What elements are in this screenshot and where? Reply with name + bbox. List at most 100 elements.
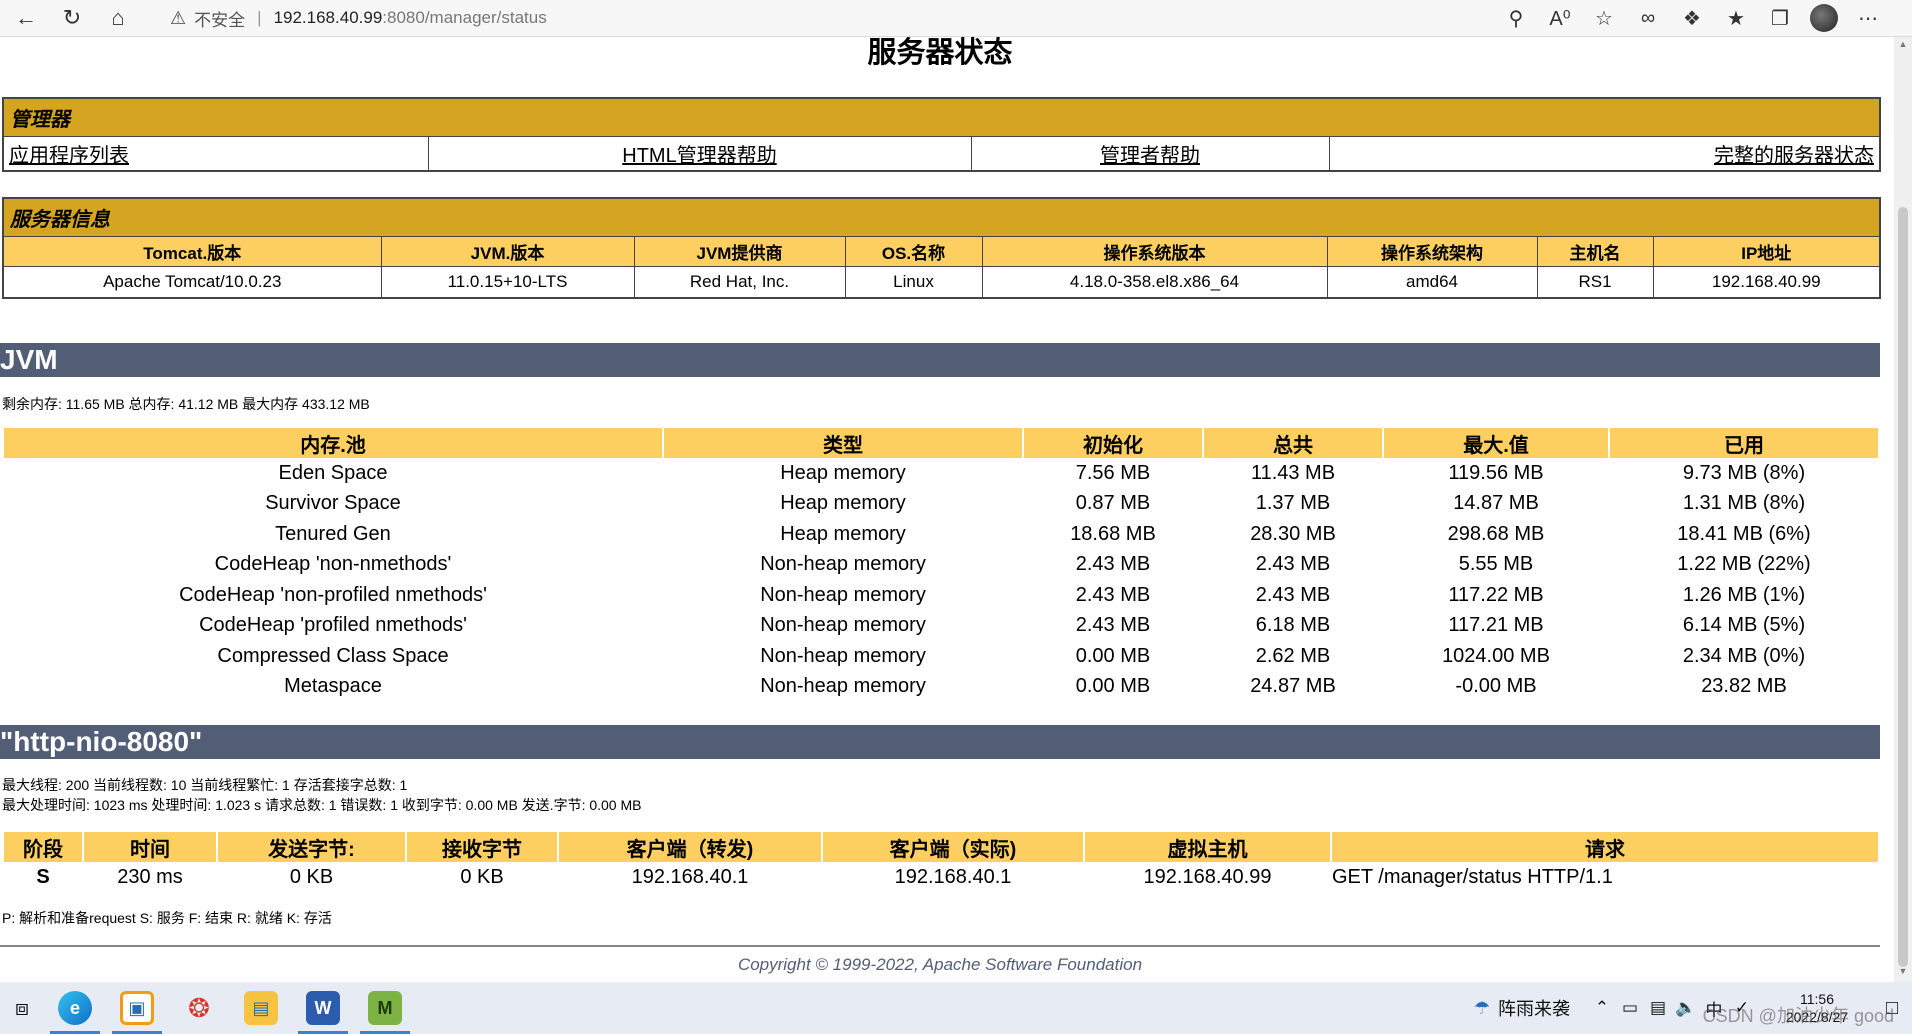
pool-type: Non-heap memory [760, 614, 926, 637]
word-icon: W [306, 991, 340, 1025]
pool-name: Metaspace [284, 675, 382, 698]
connector-request-stats: 最大处理时间: 1023 ms 处理时间: 1.023 s 请求总数: 1 错误… [2, 797, 642, 813]
manager-help-link[interactable]: 管理者帮助 [1100, 145, 1200, 167]
pool-initial: 0.00 MB [1075, 644, 1151, 667]
jvm-memory-summary: 剩余内存: 11.65 MB 总内存: 41.12 MB 最大内存 433.12… [2, 396, 370, 412]
taskbar-edge[interactable]: e [44, 982, 106, 1034]
warning-icon: ⚠ [170, 7, 187, 28]
taskbar-vmware[interactable]: ▣ [106, 982, 168, 1034]
taskbar-mobaxterm[interactable]: M [354, 982, 416, 1034]
vmware-icon: ▣ [120, 991, 154, 1025]
pool-name: CodeHeap 'non-profiled nmethods' [179, 583, 487, 606]
manager-link-cell: 应用程序列表 [4, 136, 429, 170]
manager-link-cell: 完整的服务器状态 [1329, 136, 1879, 170]
server-info-box: 服务器信息 Tomcat.版本 JVM.版本 JVM提供商 OS.名称 操作系统… [2, 197, 1881, 299]
pool-max: -0.00 MB [1455, 675, 1537, 698]
address-bar[interactable]: ⚠ 不安全 | 192.168.40.99:8080/manager/statu… [170, 0, 1494, 36]
footer-divider [0, 945, 1880, 947]
request-stage: S [36, 865, 50, 888]
request-bytes-received: 0 KB [460, 865, 504, 888]
pool-max: 298.68 MB [1447, 522, 1545, 545]
taskbar-word[interactable]: W [292, 982, 354, 1034]
request-header: 阶段 [4, 832, 82, 862]
request-table: 阶段 时间 发送字节: 接收字节 客户端（转发) 客户端（实际) 虚拟主机 请求… [2, 832, 1880, 893]
complete-server-status-link[interactable]: 完整的服务器状态 [1714, 145, 1874, 167]
manager-link-cell: HTML管理器帮助 [428, 136, 972, 170]
os-arch: amd64 [1327, 266, 1538, 297]
more-icon[interactable]: ⋯ [1846, 0, 1890, 36]
pool-type: Heap memory [780, 522, 906, 545]
pool-initial: 2.43 MB [1075, 614, 1151, 637]
memory-pool-header: 类型 [664, 428, 1022, 458]
memory-pool-header: 已用 [1610, 428, 1878, 458]
refresh-icon[interactable]: ↻ [52, 0, 92, 36]
taskbar-app-red[interactable]: ❂ [168, 982, 230, 1034]
rain-icon: ☂ [1473, 997, 1490, 1018]
pool-initial: 0.00 MB [1075, 675, 1151, 698]
connector-section-heading: "http-nio-8080" [0, 725, 1880, 759]
server-info-header: IP地址 [1653, 236, 1879, 267]
jvm-section-heading: JVM [0, 343, 1880, 377]
html-manager-help-link[interactable]: HTML管理器帮助 [622, 145, 776, 167]
profile-avatar[interactable] [1802, 0, 1846, 36]
memory-pool-table: 内存.池 类型 初始化 总共 最大.值 已用 Eden Space Heap m… [2, 428, 1880, 702]
start-button[interactable]: ⧈ [0, 982, 44, 1034]
page-scrollbar[interactable]: ▲ ▼ [1894, 37, 1912, 982]
table-row: Tenured Gen Heap memory 18.68 MB 28.30 M… [4, 519, 1878, 550]
infinity-icon[interactable]: ∞ [1626, 0, 1670, 36]
pool-type: Non-heap memory [760, 675, 926, 698]
pool-type: Non-heap memory [760, 553, 926, 576]
weather-widget[interactable]: ☂ 阵雨来袭 [1474, 995, 1570, 1021]
manager-link-cell: 管理者帮助 [971, 136, 1330, 170]
pool-name: Survivor Space [265, 492, 401, 515]
table-row: Eden Space Heap memory 7.56 MB 11.43 MB … [4, 458, 1878, 489]
memory-pool-header: 总共 [1204, 428, 1382, 458]
os-version: 4.18.0-358.el8.x86_64 [982, 266, 1328, 297]
connector-thread-stats: 最大线程: 200 当前线程数: 10 当前线程繁忙: 1 存活套接字总数: 1 [2, 777, 408, 793]
pool-used: 1.22 MB (22%) [1677, 553, 1811, 576]
request-line: GET /manager/status HTTP/1.1 [1332, 865, 1613, 888]
network-icon[interactable]: ▤ [1644, 998, 1672, 1018]
scroll-up-icon[interactable]: ▲ [1894, 39, 1912, 53]
pool-used: 2.34 MB (0%) [1682, 644, 1806, 667]
pool-used: 6.14 MB (5%) [1682, 614, 1806, 637]
pool-max: 5.55 MB [1458, 553, 1534, 576]
taskbar-explorer[interactable]: ▤ [230, 982, 292, 1034]
pool-total: 2.62 MB [1255, 644, 1331, 667]
key-icon[interactable]: ⚲ [1494, 0, 1538, 36]
pool-initial: 2.43 MB [1075, 583, 1151, 606]
pool-initial: 2.43 MB [1075, 553, 1151, 576]
jvm-version: 11.0.15+10-LTS [381, 266, 635, 297]
read-aloud-icon[interactable]: A⁰ [1538, 0, 1582, 36]
url-host: 192.168.40.99 [273, 8, 383, 27]
browser-toolbar: ← ↻ ⌂ ⚠ 不安全 | 192.168.40.99:8080/manager… [0, 0, 1912, 37]
request-header: 请求 [1332, 832, 1878, 862]
taskbar: ⧈ e ▣ ❂ ▤ W M ☂ 阵雨来袭 ⌃ ▭ ▤ 🔈 中 ✓ 11:56 2… [0, 982, 1912, 1034]
extensions-icon[interactable]: ❖ [1670, 0, 1714, 36]
pool-type: Heap memory [780, 492, 906, 515]
memory-pool-header: 初始化 [1024, 428, 1202, 458]
chevron-up-icon[interactable]: ⌃ [1588, 998, 1616, 1018]
favorite-add-icon[interactable]: ☆ [1582, 0, 1626, 36]
pool-type: Non-heap memory [760, 583, 926, 606]
request-client-forwarded: 192.168.40.1 [631, 865, 749, 888]
list-applications-link[interactable]: 应用程序列表 [9, 145, 129, 167]
home-icon[interactable]: ⌂ [98, 0, 138, 36]
collections-icon[interactable]: ❐ [1758, 0, 1802, 36]
stage-legend: P: 解析和准备request S: 服务 F: 结束 R: 就绪 K: 存活 [2, 910, 332, 926]
request-header: 虚拟主机 [1085, 832, 1330, 862]
server-info-header: 主机名 [1537, 236, 1654, 267]
folder-icon: ▤ [244, 991, 278, 1025]
battery-icon[interactable]: ▭ [1616, 998, 1644, 1018]
back-icon[interactable]: ← [6, 0, 46, 36]
request-header: 时间 [84, 832, 216, 862]
favorites-icon[interactable]: ★ [1714, 0, 1758, 36]
address-separator: | [257, 8, 262, 27]
scroll-down-icon[interactable]: ▼ [1894, 966, 1912, 980]
table-row: Survivor Space Heap memory 0.87 MB 1.37 … [4, 489, 1878, 520]
weather-text: 阵雨来袭 [1498, 999, 1570, 1019]
scrollbar-thumb[interactable] [1898, 207, 1908, 967]
volume-muted-icon[interactable]: 🔈 [1672, 998, 1700, 1018]
server-info-header: JVM.版本 [381, 236, 635, 267]
url-path: :8080/manager/status [382, 8, 547, 27]
